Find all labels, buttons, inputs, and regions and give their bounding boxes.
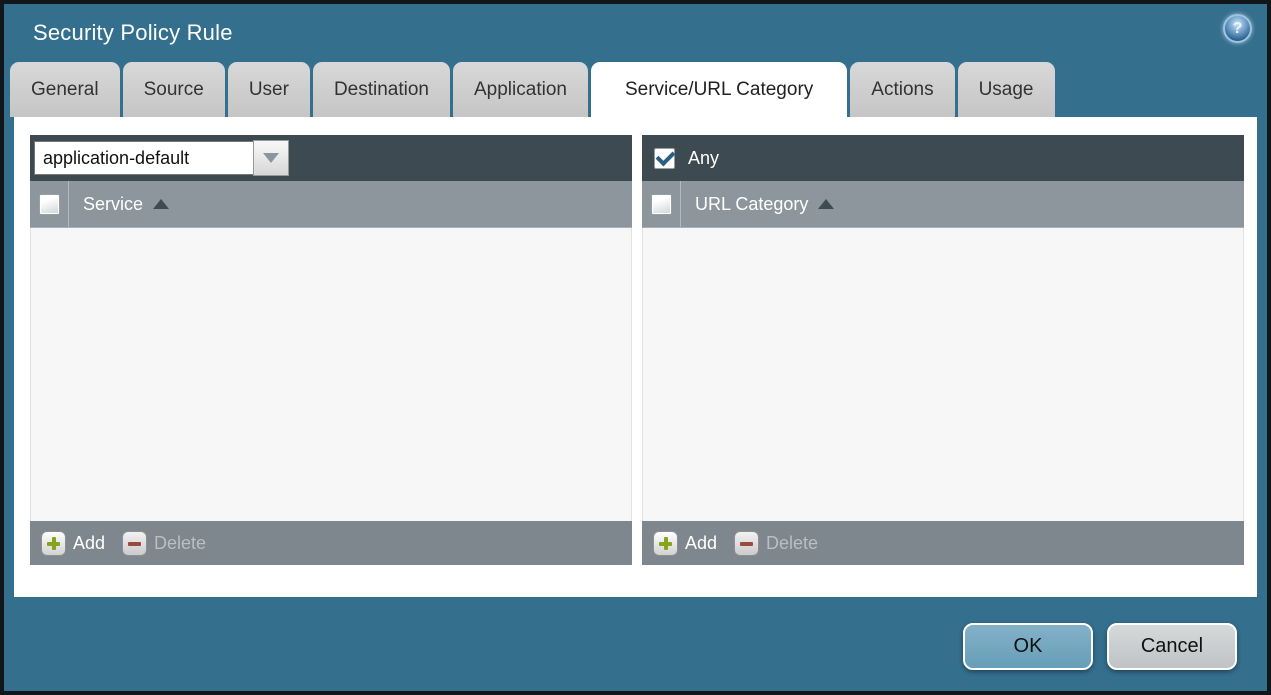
- service-select-all-checkbox[interactable]: [38, 193, 60, 215]
- url-select-all-cell: [642, 181, 681, 227]
- service-type-combobox: [34, 140, 289, 176]
- service-table-header: Service: [30, 181, 632, 228]
- tab-application[interactable]: Application: [453, 62, 588, 117]
- tab-content: Service Add Delete Any: [14, 117, 1257, 597]
- service-panel: Service Add Delete: [30, 135, 632, 565]
- delete-url-category-button[interactable]: Delete: [734, 530, 819, 556]
- tab-destination[interactable]: Destination: [312, 62, 450, 117]
- tab-bar: General Source User Destination Applicat…: [10, 62, 1055, 117]
- security-policy-rule-dialog: Security Policy Rule ? General Source Us…: [0, 0, 1271, 695]
- chevron-down-icon: [263, 153, 279, 163]
- tab-usage[interactable]: Usage: [957, 62, 1055, 117]
- ok-button[interactable]: OK: [963, 623, 1093, 670]
- url-category-column-header[interactable]: URL Category: [695, 194, 808, 215]
- url-category-table-header: URL Category: [642, 181, 1244, 228]
- dialog-title: Security Policy Rule: [33, 20, 233, 45]
- minus-icon: [734, 530, 760, 556]
- delete-url-category-label: Delete: [766, 532, 819, 553]
- sort-ascending-icon[interactable]: [153, 199, 170, 209]
- any-row: Any: [646, 147, 720, 169]
- add-url-category-button[interactable]: Add: [653, 530, 718, 556]
- cancel-button[interactable]: Cancel: [1107, 623, 1237, 670]
- service-panel-toolbar: [30, 135, 632, 181]
- add-service-button[interactable]: Add: [41, 530, 106, 556]
- url-category-panel: Any URL Category Add Delete: [642, 135, 1244, 565]
- tab-general[interactable]: General: [10, 62, 120, 117]
- dialog-button-row: OK Cancel: [963, 623, 1237, 670]
- service-type-input[interactable]: [34, 141, 253, 175]
- plus-icon: [653, 530, 678, 556]
- minus-icon: [122, 530, 148, 556]
- sort-ascending-icon[interactable]: [818, 199, 835, 209]
- tab-service-url-category[interactable]: Service/URL Category: [590, 62, 848, 117]
- service-select-all-cell: [30, 181, 69, 227]
- url-panel-toolbar: Any: [642, 135, 1244, 181]
- tab-actions[interactable]: Actions: [850, 62, 955, 117]
- service-column-header[interactable]: Service: [83, 194, 143, 215]
- service-type-dropdown-button[interactable]: [253, 140, 289, 176]
- add-url-category-label: Add: [685, 532, 718, 553]
- tab-user[interactable]: User: [227, 62, 310, 117]
- any-checkbox-label: Any: [688, 147, 720, 168]
- help-icon[interactable]: ?: [1223, 14, 1252, 43]
- any-checkbox[interactable]: [654, 147, 675, 169]
- dialog-titlebar: Security Policy Rule ?: [4, 4, 1267, 62]
- tab-source[interactable]: Source: [122, 62, 225, 117]
- delete-service-label: Delete: [154, 532, 207, 553]
- service-panel-footer: Add Delete: [30, 521, 632, 565]
- plus-icon: [41, 530, 66, 556]
- url-panel-footer: Add Delete: [642, 521, 1244, 565]
- delete-service-button[interactable]: Delete: [122, 530, 207, 556]
- url-select-all-checkbox[interactable]: [650, 193, 672, 215]
- url-category-table-body: [642, 228, 1244, 521]
- service-table-body: [30, 228, 632, 521]
- add-service-label: Add: [73, 532, 106, 553]
